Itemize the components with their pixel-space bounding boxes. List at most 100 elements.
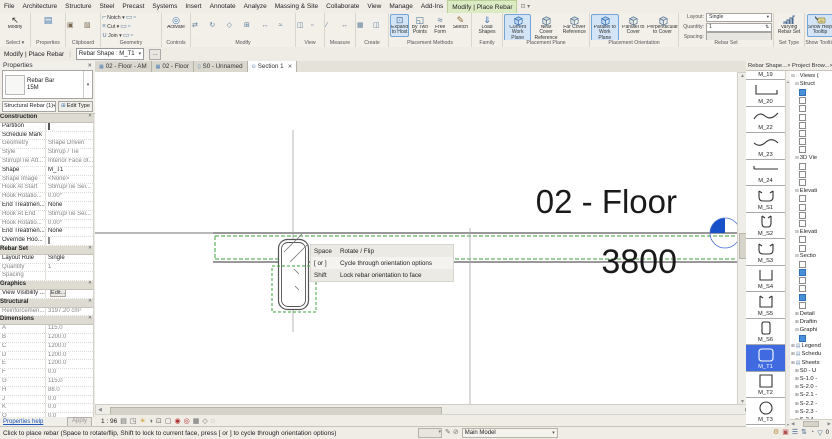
tree-row-elevati[interactable]: ⊟ Elevati (790, 187, 832, 195)
collapse-icon[interactable]: ⊟ (795, 229, 799, 235)
shadows-button[interactable]: ◑ (149, 418, 153, 426)
free-form-button[interactable]: ≈ Free Form (431, 14, 450, 37)
join-button[interactable]: ∪ Join ▾ ▭ ▫ (102, 32, 160, 40)
view-icon[interactable] (799, 285, 806, 293)
expand-icon[interactable]: ⊞ (791, 360, 795, 366)
shape-card-m-t3[interactable]: M_T3 (746, 398, 785, 425)
view-tab-02-floor-am[interactable]: ▦ 02 - Floor - AM (95, 61, 152, 72)
cut-button[interactable]: × Cut ▾ ▭ ▫ (102, 23, 160, 31)
view-icon[interactable] (799, 236, 806, 244)
selected-view-icon[interactable] (799, 88, 806, 96)
view-icon[interactable] (799, 146, 806, 154)
tree-row-draftin[interactable]: ⊞ Draftin (790, 318, 832, 326)
collapse-icon[interactable]: ⊟ (791, 73, 795, 79)
tree-row-s-2-1[interactable]: ⊞ S-2.1 - (790, 391, 832, 399)
edit-type-button[interactable]: ⊞ Edit Type (58, 100, 93, 112)
shape-card-m-t2[interactable]: M_T2 (746, 371, 785, 398)
shape-card-m-s3[interactable]: M_S3 (746, 239, 785, 266)
constraints-button[interactable]: ◌ (211, 418, 215, 426)
pencil-icon[interactable]: ✎ (445, 429, 451, 437)
ribbon-tab-massing-site[interactable]: Massing & Site (271, 0, 322, 13)
property-section-graphics[interactable]: Graphics ^ (0, 281, 94, 290)
sync-button[interactable]: ⇅ (801, 429, 807, 437)
expand-icon[interactable]: ⊞ (795, 376, 799, 382)
measure-line-button[interactable]: ∕ (326, 14, 339, 32)
shape-card-m-23[interactable]: M_23 (746, 133, 785, 160)
ribbon-tab-add-ins[interactable]: Add-Ins (417, 0, 447, 13)
property-row-hook-rotatio[interactable]: Hook Rotatio... 0.00° (0, 193, 94, 202)
property-row-hook-rotatio[interactable]: Hook Rotatio... 0.00° (0, 219, 94, 229)
parallel-to-cover-button[interactable]: Parallel to Cover (620, 14, 648, 37)
view-icon[interactable] (799, 244, 806, 252)
property-row-h[interactable]: H 88.0 (0, 386, 94, 396)
project-browser-title-bar[interactable]: Project Brow... ✕ (790, 61, 832, 71)
ribbon-minimize-toggle[interactable]: ⊡ ▾ (517, 0, 533, 13)
scroll-right-icon[interactable]: ▶ (828, 421, 831, 427)
near-cover-reference-button[interactable]: Near Cover Reference (532, 14, 559, 40)
group-button[interactable]: ▦ (357, 14, 371, 32)
ribbon-tab-view[interactable]: View (363, 0, 385, 13)
rebar-shape-more-button[interactable]: ... (149, 48, 162, 60)
property-row-override-hoo[interactable]: Override Hoo... (0, 237, 94, 246)
property-row-d[interactable]: D 1200.0 (0, 351, 94, 361)
shape-card-m-s1[interactable]: M_S1 (746, 186, 785, 213)
tree-row-s-1-0[interactable]: ⊞ S-1.0 - (790, 375, 832, 383)
shape-card-m-24[interactable]: M_24 (746, 159, 785, 186)
expand-icon[interactable]: ⊞ (795, 401, 799, 407)
view-icon[interactable] (799, 211, 806, 219)
scroll-left-icon[interactable]: ◀ (791, 421, 794, 427)
view-icon[interactable] (799, 203, 806, 211)
hidden-window-button[interactable]: ▫ (311, 14, 323, 32)
selected-view-icon[interactable] (799, 334, 806, 342)
worksharing-display-button[interactable]: ◇ (202, 418, 207, 426)
rebar-shape-combo[interactable]: Rebar Shape : M_T1 ▾ (75, 48, 145, 60)
properties-button[interactable]: ▤ (33, 14, 64, 26)
align-button[interactable]: ↔ (261, 14, 276, 32)
tree-row-detail[interactable]: ⊞ Detail (790, 309, 832, 317)
level-elevation-text[interactable]: 3800 (565, 242, 677, 282)
ribbon-tab-manage[interactable]: Manage (385, 0, 417, 13)
project-browser-scrollbar[interactable]: ◀ ▶ (790, 419, 832, 427)
tree-row[interactable] (790, 97, 832, 105)
property-input[interactable] (48, 122, 50, 130)
property-row-c[interactable]: C 1200.0 (0, 342, 94, 352)
property-row-spacing[interactable]: Spacing (0, 272, 94, 282)
part-button[interactable]: ▤ (373, 32, 387, 40)
close-icon[interactable]: ✕ (87, 63, 92, 69)
extend-button[interactable]: × (279, 32, 294, 40)
move-button[interactable]: ⇄ (192, 14, 207, 32)
rebar-shape-browser-title-bar[interactable]: Rebar Shape... ✕ (746, 61, 790, 71)
rebar-stirrup-outer[interactable] (277, 238, 310, 311)
angle-button[interactable]: ∠ (326, 32, 339, 40)
ribbon-tab-insert[interactable]: Insert (181, 0, 205, 13)
tree-row[interactable] (790, 121, 832, 129)
property-row-k[interactable]: K 0.0 (0, 404, 94, 414)
property-row-hook-at-end[interactable]: Hook At End Stirrup/Tie Sei... (0, 210, 94, 220)
tree-row[interactable] (790, 211, 832, 219)
tree-row[interactable] (790, 162, 832, 170)
ribbon-tab-precast[interactable]: Precast (118, 0, 148, 13)
scroll-left-icon[interactable]: ◀ (98, 407, 102, 413)
crop-view-button[interactable]: ⊡ (156, 418, 162, 426)
layout-input[interactable]: Single ▾ (706, 13, 772, 22)
tree-row[interactable] (790, 277, 832, 285)
view-tab-s0-unnamed[interactable]: ▯ S0 - Unnamed (193, 61, 248, 72)
tree-row-struct[interactable]: ⊟ Struct (790, 80, 832, 88)
create-similar-button[interactable]: ◫ (373, 14, 387, 32)
property-row-f[interactable]: F 0.0 (0, 369, 94, 378)
ribbon-tab-modify-place-rebar[interactable]: Modify | Place Rebar (447, 0, 518, 13)
show-help-tooltip-button[interactable]: Show Help Tooltip (806, 14, 832, 37)
exclude-icon[interactable]: ⊘ (453, 429, 459, 437)
tree-row-views[interactable]: ⊟ ◌ Views ( (790, 72, 832, 80)
view-scale-label[interactable]: 1 : 96 (101, 418, 117, 425)
split-button[interactable]: ≈ (279, 14, 294, 32)
shape-card-m-s5[interactable]: M_S5 (746, 292, 785, 319)
worksets-button[interactable]: ⚙ (773, 429, 779, 437)
tree-row-s-2-2[interactable]: ⊞ S-2.2 - (790, 400, 832, 408)
tree-row[interactable] (790, 178, 832, 187)
tree-row[interactable] (790, 236, 832, 244)
collapse-icon[interactable]: ⊟ (795, 327, 799, 333)
project-browser-scroll-thumb[interactable] (803, 420, 819, 427)
main-model-combo[interactable]: Main Model ▾ (461, 428, 558, 438)
edit-button[interactable]: Edit... (50, 289, 67, 297)
